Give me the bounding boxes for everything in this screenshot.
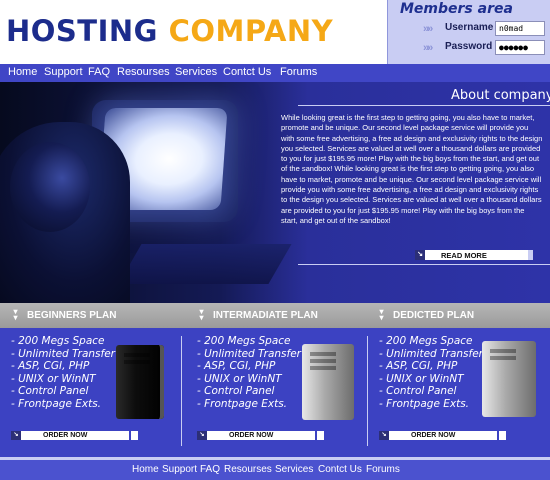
nav-home[interactable]: Home [8, 66, 37, 78]
button-end-cap [131, 431, 138, 440]
chevron-down-icon: ▾ ▾ [13, 307, 18, 322]
about-divider-bottom [298, 264, 550, 265]
plan-feature: - UNIX or WinNT [11, 372, 96, 385]
order-now-button[interactable]: ↘ ORDER NOW [379, 431, 506, 440]
username-row: »» Username n0mad [388, 21, 550, 37]
order-now-button[interactable]: ↘ ORDER NOW [197, 431, 324, 440]
server-bay [490, 356, 516, 360]
plan-title-dedicated: DEDICTED PLAN [393, 310, 475, 321]
nav-services[interactable]: Services [175, 66, 217, 78]
plan-feature: - 200 Megs Space [197, 335, 291, 347]
plan-card-intermediate: - 200 Megs Space - Unlimited Transfer - … [182, 328, 368, 457]
logo-word-hosting: HOSTING [6, 14, 158, 48]
order-now-label: ORDER NOW [229, 432, 274, 439]
arrow-icon: ↘ [11, 431, 21, 440]
plan-features-list: - 200 Megs Space - Unlimited Transfer - … [11, 335, 115, 410]
button-end-cap [528, 250, 533, 260]
double-chevron-icon: »» [423, 23, 433, 35]
plan-title-beginners: BEGINNERS PLAN [27, 310, 117, 321]
plan-feature: - Control Panel [11, 385, 89, 397]
plans-section: - 200 Megs Space - Unlimited Transfer - … [0, 328, 550, 457]
arrow-icon: ↘ [415, 250, 425, 260]
read-more-label: READ MORE [441, 251, 487, 260]
chevron-down-icon: ▾ ▾ [379, 307, 384, 322]
footer-nav-contact[interactable]: Contct Us [318, 464, 362, 475]
plan-feature: - ASP, CGI, PHP [379, 360, 458, 372]
plan-feature: - 200 Megs Space [379, 335, 473, 347]
footer: Home Support FAQ Resourses Services Cont… [0, 457, 550, 480]
read-more-button[interactable]: ↘ READ MORE [415, 250, 533, 260]
plan-feature: - ASP, CGI, PHP [197, 360, 276, 372]
plan-feature: - Unlimited Transfer [379, 347, 483, 360]
plan-feature: - Unlimited Transfer [197, 347, 301, 360]
hero-keyboard [118, 244, 292, 284]
arrow-icon: ↘ [197, 431, 207, 440]
plan-feature: - ASP, CGI, PHP [11, 360, 90, 372]
plan-title-intermediate: INTERMADIATE PLAN [213, 310, 318, 321]
order-now-button[interactable]: ↘ ORDER NOW [11, 431, 138, 440]
members-area-panel: Members area »» Username n0mad »» Passwo… [387, 0, 550, 64]
server-silver-image [482, 341, 536, 417]
about-company-title: About company [451, 88, 550, 103]
members-area-title: Members area [400, 1, 513, 17]
nav-faq[interactable]: FAQ [88, 66, 110, 78]
footer-nav-services[interactable]: Services [275, 464, 313, 475]
footer-nav-faq[interactable]: FAQ [200, 464, 220, 475]
order-now-label: ORDER NOW [43, 432, 88, 439]
hero-person-head [10, 142, 90, 232]
plan-card-dedicated: - 200 Megs Space - Unlimited Transfer - … [368, 328, 550, 457]
server-bay [310, 359, 336, 363]
server-bay [310, 366, 336, 370]
nav-contact[interactable]: Contct Us [223, 66, 271, 78]
nav-support[interactable]: Support [44, 66, 83, 78]
footer-nav-home[interactable]: Home [132, 464, 159, 475]
plan-feature: - 200 Megs Space [11, 335, 105, 347]
plan-feature: - Control Panel [379, 385, 457, 397]
chevron-down-icon: ▾ ▾ [199, 307, 204, 322]
server-bay [490, 349, 516, 353]
header-logo-area: HOSTING COMPANY [0, 0, 387, 64]
username-input[interactable]: n0mad [495, 21, 545, 36]
server-bay [124, 360, 150, 364]
hero-person-silhouette [0, 122, 130, 303]
plan-feature: - Frontpage Exts. [197, 397, 288, 410]
server-silver-image [302, 344, 354, 420]
plan-features-list: - 200 Megs Space - Unlimited Transfer - … [379, 335, 483, 410]
footer-nav-resources[interactable]: Resourses [224, 464, 272, 475]
about-company-text: While looking great is the first step to… [281, 113, 543, 225]
password-label: Password [445, 41, 493, 52]
button-end-cap [317, 431, 324, 440]
about-divider-top [298, 105, 550, 106]
footer-nav-support[interactable]: Support [162, 464, 197, 475]
username-label: Username [445, 22, 494, 33]
site-logo[interactable]: HOSTING COMPANY [6, 14, 333, 48]
plan-feature: - UNIX or WinNT [379, 372, 464, 385]
plan-feature: - Frontpage Exts. [379, 397, 470, 410]
password-row: »» Password ●●●●●● [388, 40, 550, 56]
plan-features-list: - 200 Megs Space - Unlimited Transfer - … [197, 335, 301, 410]
server-bay [310, 352, 336, 356]
footer-nav-forums[interactable]: Forums [366, 464, 400, 475]
server-bay [124, 353, 150, 357]
plan-headers-bar: ▾ ▾ BEGINNERS PLAN ▾ ▾ INTERMADIATE PLAN ▾… [0, 303, 550, 328]
nav-resources[interactable]: Resourses [117, 66, 170, 78]
server-black-image [116, 345, 164, 419]
plan-feature: - Frontpage Exts. [11, 397, 102, 410]
plan-feature: - UNIX or WinNT [197, 372, 282, 385]
order-now-label: ORDER NOW [411, 432, 456, 439]
password-input[interactable]: ●●●●●● [495, 40, 545, 55]
button-end-cap [499, 431, 506, 440]
nav-forums[interactable]: Forums [280, 66, 317, 78]
double-chevron-icon: »» [423, 42, 433, 54]
plan-feature: - Control Panel [197, 385, 275, 397]
arrow-icon: ↘ [379, 431, 389, 440]
logo-word-company: COMPANY [168, 14, 334, 48]
plan-card-beginners: - 200 Megs Space - Unlimited Transfer - … [0, 328, 182, 457]
top-navigation: Home Support FAQ Resourses Services Cont… [0, 64, 550, 82]
plan-feature: - Unlimited Transfer [11, 347, 115, 360]
